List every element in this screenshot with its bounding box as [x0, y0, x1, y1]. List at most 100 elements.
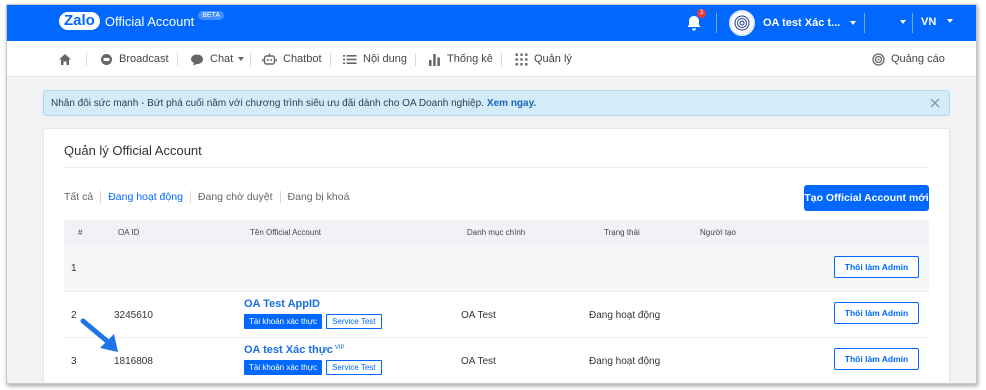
table-row: 2 3245610 OA Test AppID Tài khoản xác th… [64, 292, 929, 338]
divider [86, 53, 87, 66]
col-category: Danh mục chính [467, 228, 526, 237]
bar-chart-icon [429, 53, 440, 66]
filter-locked[interactable]: Đang bị khoá [288, 191, 350, 203]
row-category: OA Test [461, 310, 496, 321]
notification-badge: 3 [697, 9, 706, 18]
filter-all[interactable]: Tất cả [64, 191, 93, 203]
nav-label: Nội dung [363, 53, 408, 65]
table-row: 3 1816808 OA test Xác thực VIP Tài khoản … [64, 338, 929, 383]
notice-text: Nhân đôi sức mạnh - Bứt phá cuối năm với… [51, 97, 484, 109]
main-nav: Broadcast Chat Chatbot Nội dung Thống kê… [7, 41, 976, 77]
verified-tag: Tài khoản xác thực [244, 360, 323, 375]
row-index: 3 [71, 356, 77, 367]
chatbot-icon [262, 53, 277, 65]
leave-admin-button[interactable]: Thôi làm Admin [834, 348, 919, 370]
leave-admin-button[interactable]: Thôi làm Admin [834, 256, 919, 278]
nav-label: Quản lý [534, 53, 572, 65]
beta-badge: BETA [198, 10, 224, 20]
language-selector[interactable]: VN [921, 16, 954, 28]
row-index: 1 [71, 263, 77, 274]
nav-label: Thống kê [447, 53, 493, 65]
col-oa-id: OA ID [118, 228, 140, 237]
service-tag: Service Test [326, 314, 382, 329]
nav-label: Chatbot [283, 53, 322, 65]
divider [330, 53, 331, 66]
top-bar: Zalo Official Account BETA 3 OA test Xác… [7, 5, 976, 41]
nav-statistics[interactable]: Thống kê [428, 41, 493, 77]
divider [912, 13, 913, 33]
vip-badge: VIP [334, 344, 345, 351]
divider [100, 191, 102, 203]
divider [501, 53, 502, 66]
divider [177, 53, 178, 66]
target-icon [872, 52, 885, 66]
zalo-logo: Zalo [59, 12, 100, 30]
table-row: 1 Thôi làm Admin [64, 244, 929, 292]
oa-tags: Tài khoản xác thực Service Test [244, 360, 382, 375]
chevron-down-icon [238, 57, 245, 61]
divider [279, 191, 281, 203]
service-tag: Service Test [326, 360, 382, 375]
row-status: Đang hoạt động [589, 356, 661, 367]
product-name: Official Account [104, 13, 195, 29]
nav-ads[interactable]: Quảng cáo [872, 41, 945, 77]
chevron-down-icon[interactable] [900, 20, 906, 24]
oa-table: # OA ID Tên Official Account Danh mục ch… [64, 220, 929, 383]
page-title: Quản lý Official Account [64, 143, 202, 158]
status-filters: Tất cả Đang hoạt động Đang chờ duyệt Đan… [64, 191, 349, 203]
language-label: VN [921, 16, 937, 28]
oa-name-link[interactable]: OA Test AppID [244, 298, 320, 310]
divider [250, 53, 251, 66]
col-index: # [78, 228, 83, 237]
broadcast-icon [101, 53, 112, 65]
divider [415, 53, 416, 66]
divider [189, 191, 191, 203]
row-oa-name-cell: OA Test AppID Tài khoản xác thực Service… [244, 298, 382, 329]
notice-link[interactable]: Xem ngay. [487, 98, 536, 109]
chevron-down-icon [947, 19, 954, 23]
oa-management-card: Quản lý Official Account Tất cả Đang hoạ… [43, 128, 950, 383]
divider [864, 13, 865, 33]
pointer-arrow-icon [80, 318, 118, 352]
nav-content[interactable]: Nội dung [343, 41, 407, 77]
chat-icon [191, 54, 203, 65]
oa-tags: Tài khoản xác thực Service Test [244, 314, 382, 329]
row-category: OA Test [461, 356, 496, 367]
app-window: Zalo Official Account BETA 3 OA test Xác… [6, 4, 977, 384]
row-status: Đang hoạt động [589, 310, 661, 321]
create-oa-button[interactable]: Tạo Official Account mới [804, 185, 929, 211]
nav-chatbot[interactable]: Chatbot [262, 41, 322, 77]
nav-broadcast[interactable]: Broadcast [100, 41, 169, 77]
list-icon [343, 54, 357, 64]
grid-icon [515, 53, 528, 65]
nav-label: Quảng cáo [891, 53, 945, 65]
account-name: OA test Xác t... [763, 17, 841, 29]
divider [64, 167, 929, 168]
chevron-down-icon [850, 21, 857, 25]
promo-notice: Nhân đôi sức mạnh - Bứt phá cuối năm với… [43, 90, 950, 116]
table-header: # OA ID Tên Official Account Danh mục ch… [64, 220, 929, 244]
col-status: Trạng thái [604, 228, 640, 237]
filter-active[interactable]: Đang hoạt động [108, 191, 183, 203]
fingerprint-icon [734, 15, 750, 31]
row-oa-id: 1816808 [114, 356, 153, 367]
zalo-oa-logo[interactable]: Zalo Official Account BETA [59, 10, 224, 30]
close-icon[interactable] [929, 97, 941, 109]
nav-chat[interactable]: Chat [190, 41, 245, 77]
col-creator: Người tạo [700, 228, 736, 237]
nav-home[interactable] [58, 41, 78, 77]
row-index: 2 [71, 310, 77, 321]
avatar [729, 10, 755, 36]
verified-tag: Tài khoản xác thực [244, 314, 323, 329]
leave-admin-button[interactable]: Thôi làm Admin [834, 302, 919, 324]
nav-label: Broadcast [119, 53, 169, 65]
nav-manage[interactable]: Quản lý [515, 41, 572, 77]
home-icon [59, 53, 71, 65]
col-name: Tên Official Account [250, 228, 321, 237]
oa-name-link[interactable]: OA test Xác thực [244, 344, 333, 356]
row-oa-name-cell: OA test Xác thực VIP Tài khoản xác thực S… [244, 344, 382, 375]
filter-pending[interactable]: Đang chờ duyệt [198, 191, 273, 203]
divider [716, 13, 717, 33]
account-switcher[interactable]: OA test Xác t... [729, 10, 857, 36]
nav-label: Chat [210, 53, 234, 65]
